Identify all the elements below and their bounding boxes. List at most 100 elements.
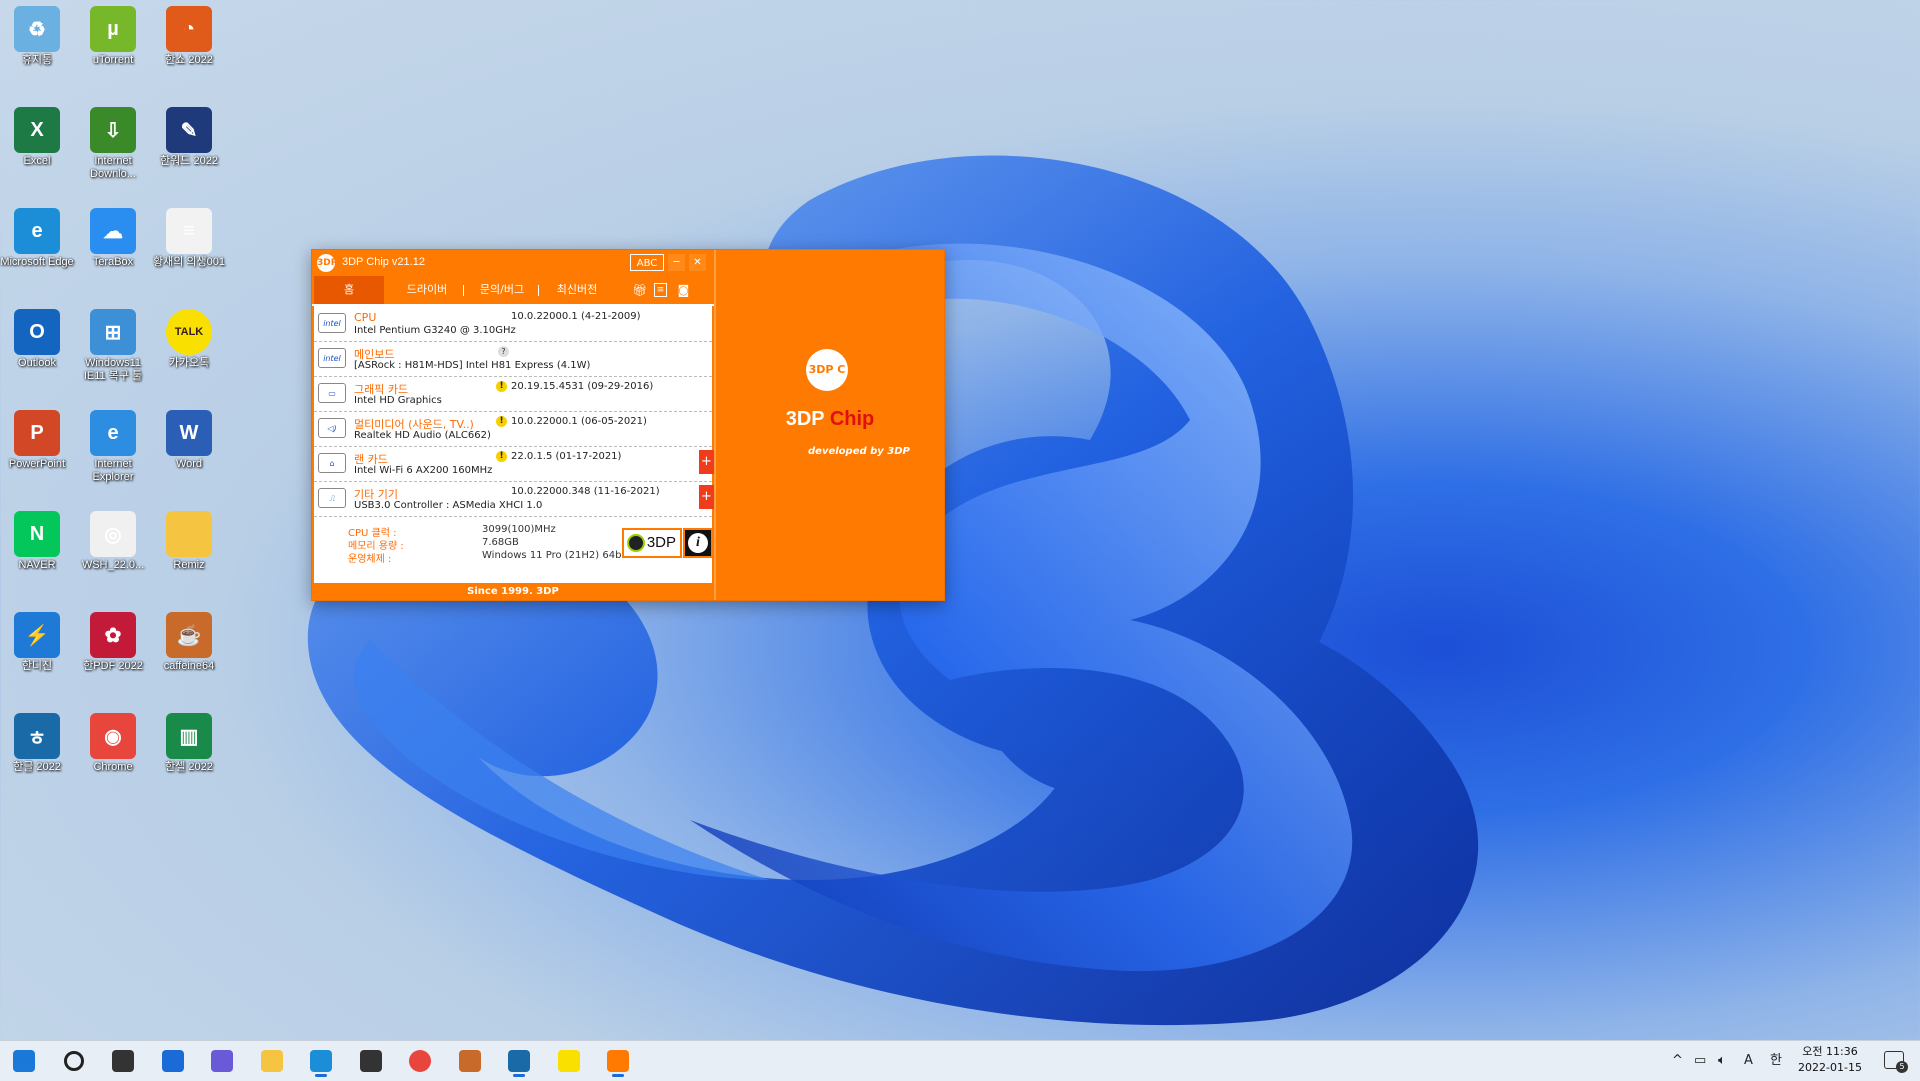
desktop-icon-label: Outlook <box>18 357 56 369</box>
desktop-icon[interactable]: P PowerPoint <box>0 404 74 471</box>
desktop-icon-label: Microsoft Edge <box>0 256 74 268</box>
brand-title-red: Chip <box>829 408 875 430</box>
taskbar-hangul-button[interactable] <box>503 1045 535 1077</box>
taskbar-kakaotalk-button[interactable] <box>553 1045 585 1077</box>
desktop-icon[interactable]: ㅎ 한글 2022 <box>0 707 74 774</box>
volume-icon[interactable]: 🔈︎ <box>1718 1041 1726 1081</box>
desktop-icon[interactable]: ▥ 한셀 2022 <box>152 707 226 774</box>
desktop-icon[interactable]: ☁ TeraBox <box>76 202 150 269</box>
unknown-icon[interactable]: ? <box>498 346 509 357</box>
desktop-icon[interactable]: ✎ 한워드 2022 <box>152 101 226 168</box>
desktop-icon[interactable]: e Internet Explorer <box>76 404 150 484</box>
nav-separator <box>463 285 464 296</box>
store-icon <box>360 1050 382 1072</box>
desktop-icon-label: 휴지통 <box>21 54 53 66</box>
driver-version: 20.19.15.4531 (09-29-2016) <box>511 381 654 392</box>
desktop-icon[interactable]: ⊞ Windows11 IE11 복구 툴 <box>76 303 150 383</box>
warning-icon[interactable]: ! <box>496 381 507 392</box>
warning-icon[interactable]: ! <box>496 416 507 427</box>
taskbar-3dp-chip-button[interactable] <box>602 1045 634 1077</box>
tray-chevron-icon[interactable]: ^ <box>1672 1041 1683 1081</box>
desktop-icon-label: NAVER <box>18 559 56 571</box>
notification-icon[interactable]: 5 <box>1884 1051 1908 1073</box>
device-name: [ASRock : H81M-HDS] Intel H81 Express (4… <box>354 360 591 371</box>
desktop-icon[interactable]: µ uTorrent <box>76 0 150 67</box>
taskbar-task-view-button[interactable] <box>107 1045 139 1077</box>
info-button[interactable]: i <box>683 528 713 558</box>
3dp-chip-icon <box>607 1050 629 1072</box>
camera-icon[interactable]: ◙ <box>676 283 691 297</box>
developed-by: developed by 3DP <box>808 446 910 457</box>
desktop-icon[interactable]: ♻ 휴지통 <box>0 0 74 67</box>
desktop-icon-label: 한글 2022 <box>13 761 61 773</box>
desktop-icon[interactable]: ⚡ 한디진 <box>0 606 74 673</box>
ime-mode-han[interactable]: 한 <box>1770 1041 1782 1081</box>
taskbar-caffeine-button[interactable] <box>454 1045 486 1077</box>
taskbar-edge-button[interactable] <box>305 1045 337 1077</box>
desktop-icon-label: uTorrent <box>92 54 134 66</box>
expand-button[interactable]: + <box>699 450 714 474</box>
ime-mode-a[interactable]: A <box>1744 1041 1753 1081</box>
taskbar-chrome-button[interactable] <box>404 1045 436 1077</box>
desktop-icon[interactable]: TALK 카카오톡 <box>152 303 226 370</box>
taskbar-start-button[interactable] <box>8 1045 40 1077</box>
desktop-icon[interactable]: ◉ Chrome <box>76 707 150 774</box>
device-row[interactable]: intel CPU Intel Pentium G3240 @ 3.10GHz 10.… <box>314 306 712 342</box>
usb-icon: ⎍ <box>318 488 346 508</box>
desktop-icon[interactable]: ✿ 한PDF 2022 <box>76 606 150 673</box>
desktop-icon-label: 한쇼 2022 <box>165 54 213 66</box>
device-row[interactable]: ⌂ 랜 카드 Intel Wi-Fi 6 AX200 160MHz! 22.0.1.5… <box>314 446 714 482</box>
taskbar-file-explorer-button[interactable] <box>256 1045 288 1077</box>
desktop-icon[interactable]: X Excel <box>0 101 74 168</box>
desktop-icon-label: 한셀 2022 <box>165 761 213 773</box>
warning-icon[interactable]: ! <box>496 451 507 462</box>
3dp-badge-button[interactable]: 3DP <box>622 528 682 558</box>
device-row[interactable]: ◁) 멀티미디어 (사운드, TV..) Realtek HD Audio (ALC… <box>314 411 712 447</box>
os-value: Windows 11 Pro (21H2) 64bit <box>482 550 629 561</box>
desktop-icon[interactable]: O Outlook <box>0 303 74 370</box>
taskbar-chat-button[interactable] <box>206 1045 238 1077</box>
driver-version: 10.0.22000.348 (11-16-2021) <box>511 486 660 497</box>
desktop-icon-label: caffeine64 <box>163 660 215 672</box>
tab-latest[interactable]: 최신버전 <box>542 276 612 304</box>
minimize-button[interactable]: ─ <box>668 254 685 271</box>
footer-banner[interactable]: Since 1999. 3DP <box>312 583 714 600</box>
brand-panel[interactable]: 3DP C 3DP Chip developed by 3DP <box>714 250 944 600</box>
close-button[interactable]: ✕ <box>689 254 706 271</box>
list-icon[interactable]: ≡ <box>654 283 667 297</box>
tab-driver[interactable]: 드라이버 <box>392 276 462 304</box>
clock-date: 2022-01-15 <box>1798 1061 1862 1074</box>
network-icon[interactable]: ▭ <box>1694 1041 1706 1081</box>
desktop-icon[interactable]: ◎ WSH_22.0... <box>76 505 150 572</box>
desktop-icon-area: ♻ 휴지통 µ uTorrent ◔ 한쇼 2022 X Excel ⇩ Internet Dow… <box>0 0 240 1030</box>
desktop-icon[interactable]: ⇩ Internet Downlo... <box>76 101 150 181</box>
desktop-icon[interactable]: ≡ 황새의 의생001 <box>152 202 226 269</box>
abc-button[interactable]: ABC <box>630 254 664 271</box>
expand-button[interactable]: + <box>699 485 714 509</box>
desktop-icon-label: Remiz <box>173 559 205 571</box>
desktop-icon-label: TeraBox <box>92 256 134 268</box>
app-icon: ✎ <box>166 107 212 153</box>
title-bar[interactable]: 3DP 3DP Chip v21.12 ABC ─ ✕ <box>312 250 714 276</box>
device-row[interactable]: intel 메인보드 [ASRock : H81M-HDS] Intel H81 E… <box>314 341 712 377</box>
intel-icon: intel <box>318 348 346 368</box>
device-row[interactable]: ▭ 그래픽 카드 Intel HD Graphics! 20.19.15.4531 (… <box>314 376 712 412</box>
nav-separator <box>538 285 539 296</box>
taskbar-clock[interactable]: 오전 11:36 2022-01-15 <box>1790 1044 1870 1076</box>
taskbar-widgets-button[interactable] <box>157 1045 189 1077</box>
desktop-icon[interactable]: ◔ 한쇼 2022 <box>152 0 226 67</box>
taskbar-search-button[interactable] <box>58 1045 90 1077</box>
desktop-icon[interactable]: ☕ caffeine64 <box>152 606 226 673</box>
tab-inquiry[interactable]: 문의/버그 <box>467 276 537 304</box>
gift-icon[interactable]: 🎁︎ <box>632 283 647 297</box>
desktop-icon[interactable]: W Word <box>152 404 226 471</box>
desktop-icon[interactable]: N NAVER <box>0 505 74 572</box>
desktop-icon[interactable]: e Microsoft Edge <box>0 202 74 269</box>
device-name: USB3.0 Controller : ASMedia XHCI 1.0 <box>354 500 543 511</box>
taskbar-store-button[interactable] <box>355 1045 387 1077</box>
device-row[interactable]: ⎍ 기타 기기 USB3.0 Controller : ASMedia XHCI 1… <box>314 481 714 517</box>
speaker-icon: ◁) <box>318 418 346 438</box>
app-logo-icon: 3DP <box>317 254 337 272</box>
desktop-icon[interactable]: Remiz <box>152 505 226 572</box>
tab-home[interactable]: 홈 <box>314 276 384 304</box>
